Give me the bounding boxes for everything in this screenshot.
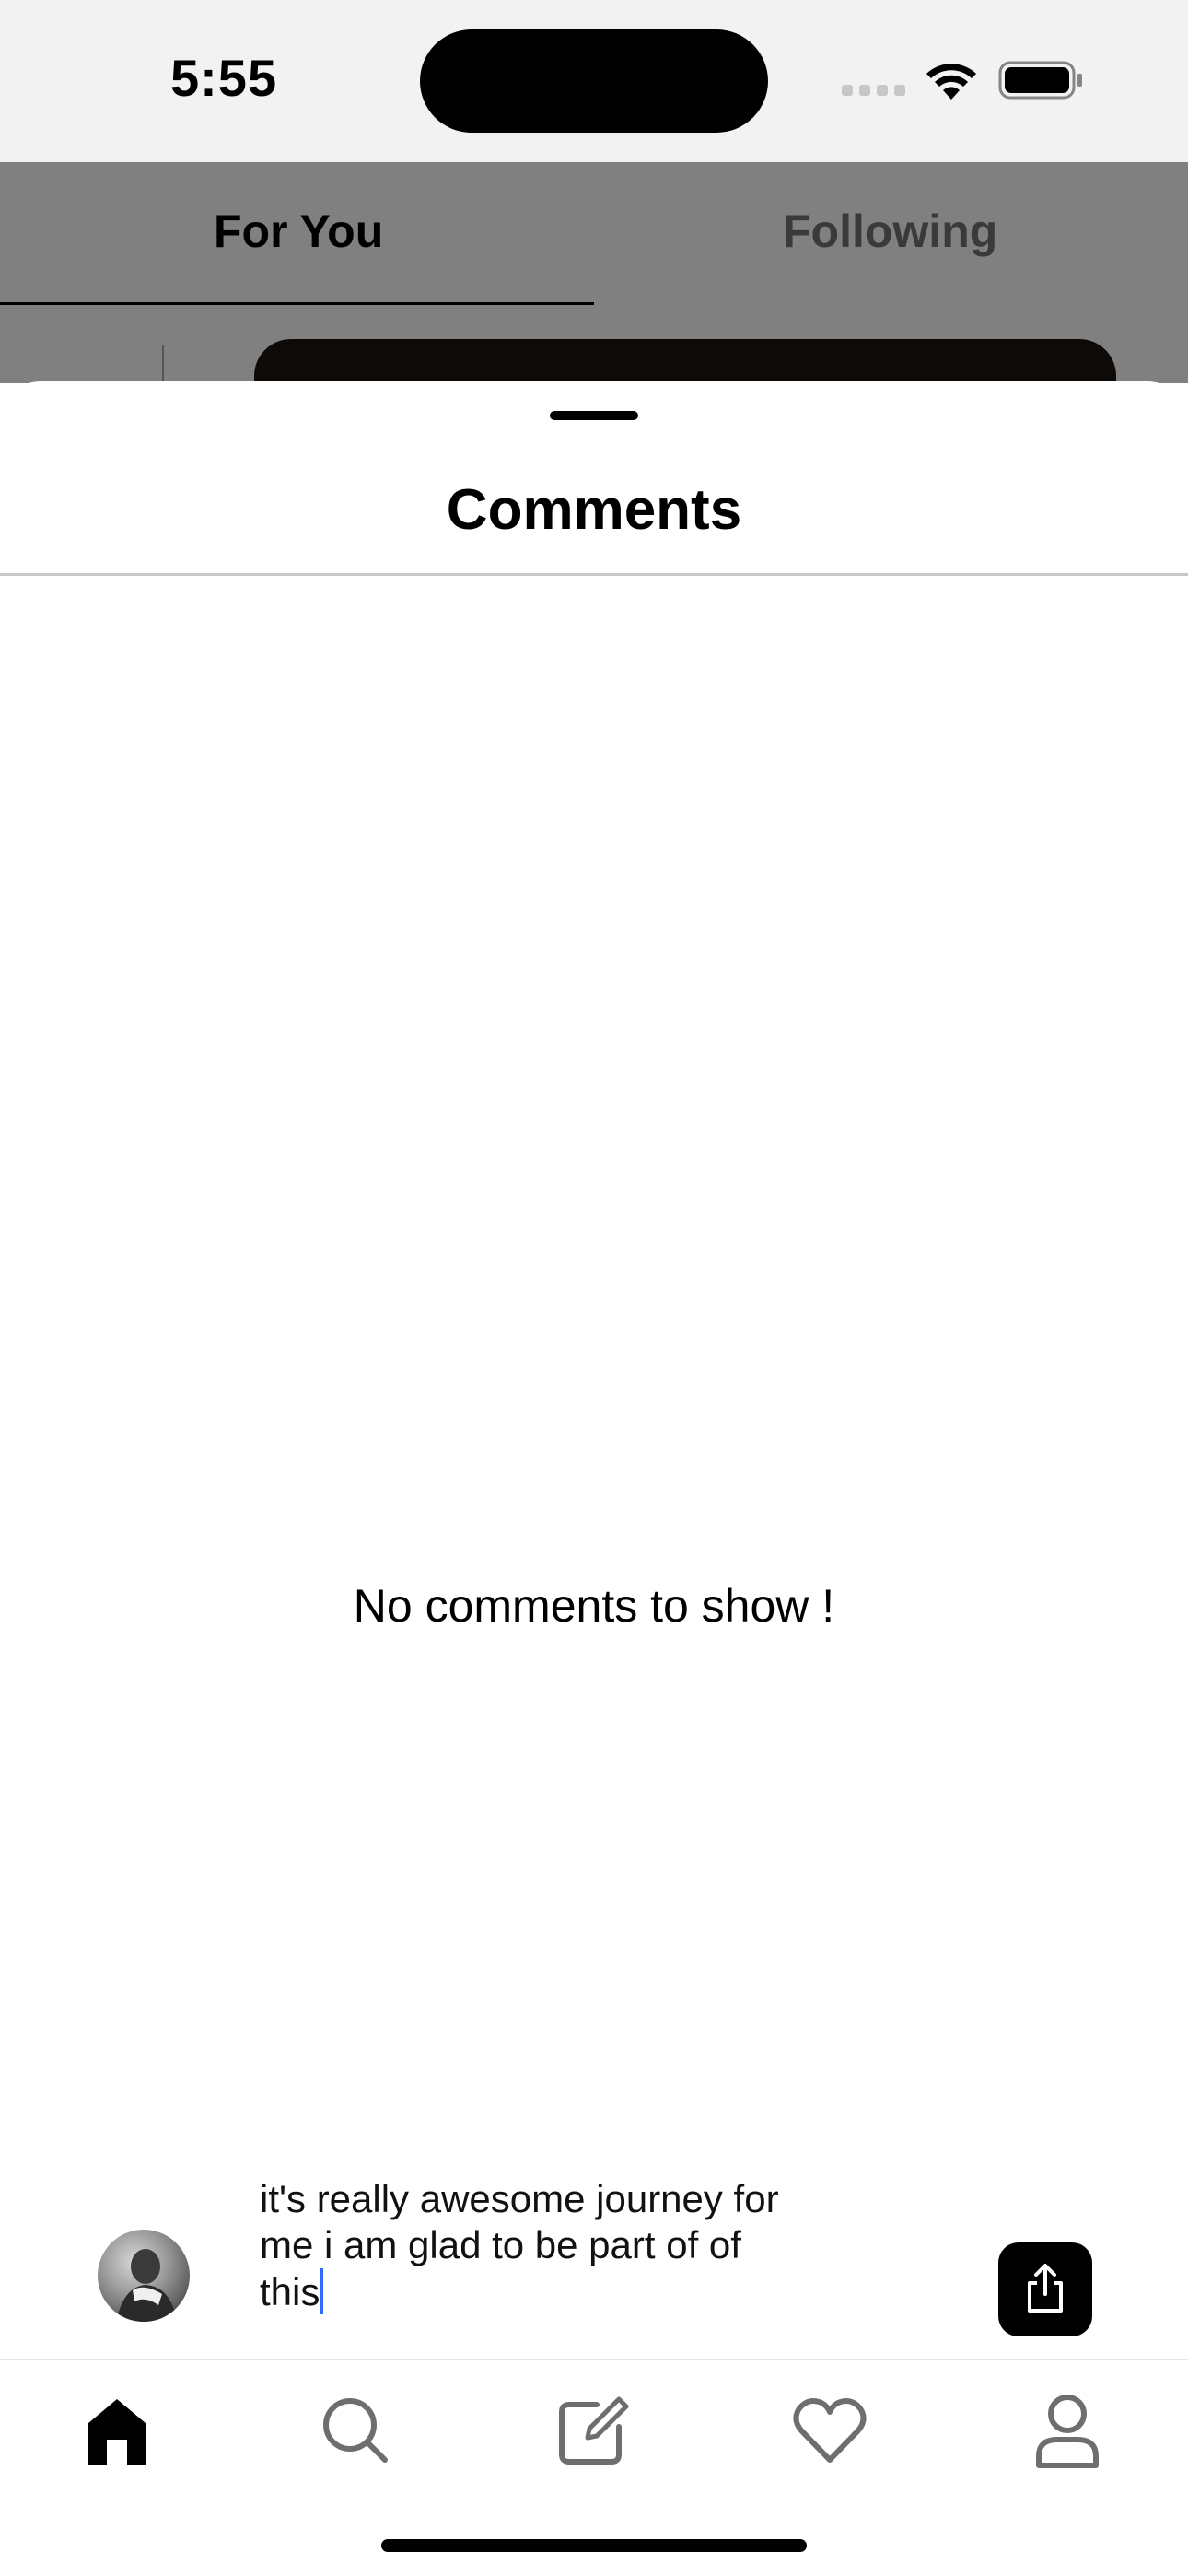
feed-background: For You Following (0, 162, 1188, 383)
thread-line (162, 345, 164, 383)
share-upload-icon (1028, 2264, 1063, 2313)
compose-icon (559, 2396, 629, 2465)
tab-profile[interactable] (1026, 2388, 1109, 2471)
dynamic-island (420, 29, 768, 133)
sheet-title: Comments (446, 478, 742, 542)
profile-icon (1036, 2395, 1099, 2468)
text-caret (320, 2268, 324, 2314)
comment-input[interactable]: it's really awesome journey for me i am … (260, 2176, 831, 2315)
status-bar: 5:55 (0, 0, 1188, 162)
home-icon (88, 2399, 146, 2465)
tab-compose[interactable] (551, 2388, 634, 2471)
comment-composer: it's really awesome journey for me i am … (0, 2177, 1188, 2359)
tab-selected-indicator (0, 302, 594, 305)
avatar-photo (116, 2249, 177, 2322)
post-media (254, 339, 1116, 383)
empty-comments-message: No comments to show ! (353, 1580, 835, 1632)
wifi-icon (926, 64, 976, 100)
cellular-signal-icon (842, 85, 906, 98)
home-indicator (381, 2539, 807, 2552)
status-time: 5:55 (170, 49, 278, 107)
send-comment-button[interactable] (998, 2242, 1092, 2336)
sheet-divider (0, 573, 1188, 576)
search-icon (323, 2398, 388, 2463)
comment-input-line: me i am glad to be part of of (260, 2223, 741, 2266)
user-avatar (98, 2230, 190, 2322)
sheet-grabber[interactable] (550, 411, 638, 420)
tab-following[interactable]: Following (783, 205, 997, 258)
heart-icon (793, 2398, 867, 2463)
comment-input-line: it's really awesome journey for (260, 2177, 779, 2220)
tab-activity[interactable] (788, 2388, 871, 2471)
tab-home[interactable] (76, 2388, 158, 2471)
tab-bar (0, 2360, 1188, 2508)
tab-search[interactable] (313, 2388, 396, 2471)
comment-input-line: this (260, 2270, 320, 2313)
battery-icon (998, 61, 1082, 100)
tab-for-you[interactable]: For You (214, 205, 383, 258)
